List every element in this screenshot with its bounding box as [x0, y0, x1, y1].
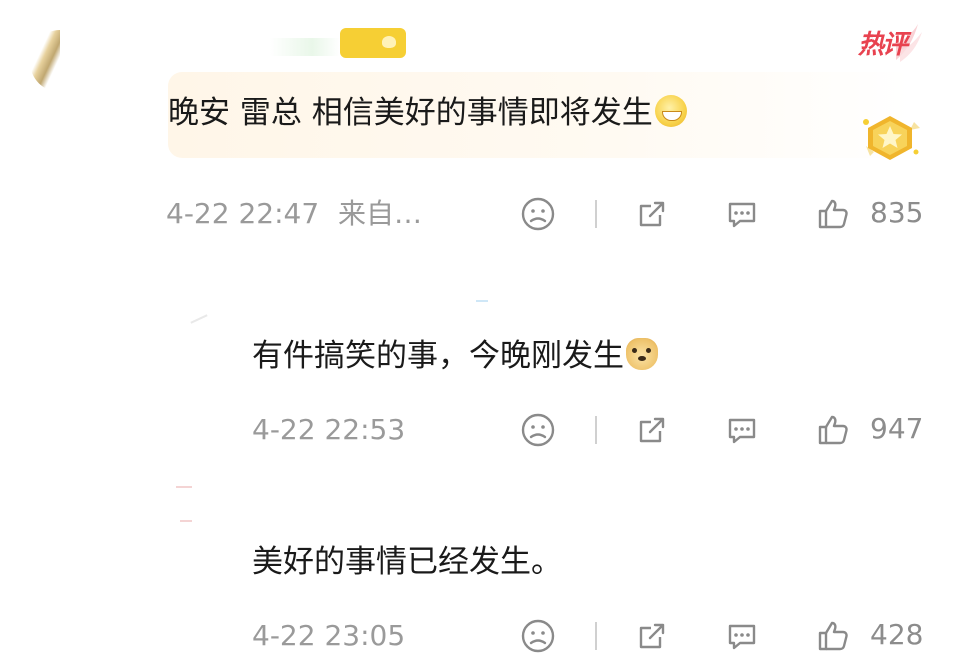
- username-redacted[interactable]: [270, 38, 340, 56]
- like-count: 428: [870, 618, 924, 651]
- comment-icon[interactable]: [724, 196, 760, 232]
- like-count: 835: [870, 196, 924, 229]
- thumbs-up-icon[interactable]: [815, 196, 851, 232]
- comment-icon[interactable]: [724, 412, 760, 448]
- comment-time: 4-22 22:47: [166, 197, 320, 230]
- share-icon[interactable]: [634, 618, 670, 654]
- like-count: 947: [870, 412, 924, 445]
- name-fragment: [476, 300, 488, 302]
- doge-emoji-icon: [626, 338, 658, 370]
- action-divider: [595, 622, 597, 650]
- vip-badge: [340, 28, 406, 58]
- action-divider: [595, 200, 597, 228]
- comment-body: 晚安 雷总 相信美好的事情即将发生: [168, 95, 653, 131]
- avatar-fragment: [190, 314, 208, 324]
- reply-meta: 4-22 22:53: [252, 413, 405, 447]
- share-icon[interactable]: [634, 196, 670, 232]
- comment-source[interactable]: 来自…: [338, 197, 422, 230]
- thumbs-up-icon[interactable]: [815, 412, 851, 448]
- dislike-face-icon[interactable]: [520, 618, 556, 654]
- avatar-fragment: [180, 520, 192, 522]
- reply-text: 有件搞笑的事，今晚刚发生: [252, 336, 658, 376]
- comment-text: 晚安 雷总 相信美好的事情即将发生: [168, 93, 687, 133]
- action-divider: [595, 416, 597, 444]
- dislike-face-icon[interactable]: [520, 196, 556, 232]
- hot-comment-tag: 热评: [858, 30, 908, 60]
- star-medal-icon: [863, 116, 920, 160]
- reply-body: 美好的事情已经发生。: [252, 544, 562, 580]
- reply-meta: 4-22 23:05: [252, 619, 405, 653]
- thumbs-up-icon[interactable]: [815, 618, 851, 654]
- reply-text: 美好的事情已经发生。: [252, 542, 562, 582]
- avatar[interactable]: [30, 30, 60, 92]
- grin-emoji-icon: [654, 95, 687, 127]
- reply-body: 有件搞笑的事，今晚刚发生: [252, 338, 624, 374]
- comment-icon[interactable]: [724, 618, 760, 654]
- dislike-face-icon[interactable]: [520, 412, 556, 448]
- share-icon[interactable]: [634, 412, 670, 448]
- avatar-fragment: [176, 486, 192, 488]
- reply-time: 4-22 23:05: [252, 619, 406, 652]
- comment-meta: 4-22 22:47 来自…: [166, 197, 422, 231]
- reply-time: 4-22 22:53: [252, 413, 406, 446]
